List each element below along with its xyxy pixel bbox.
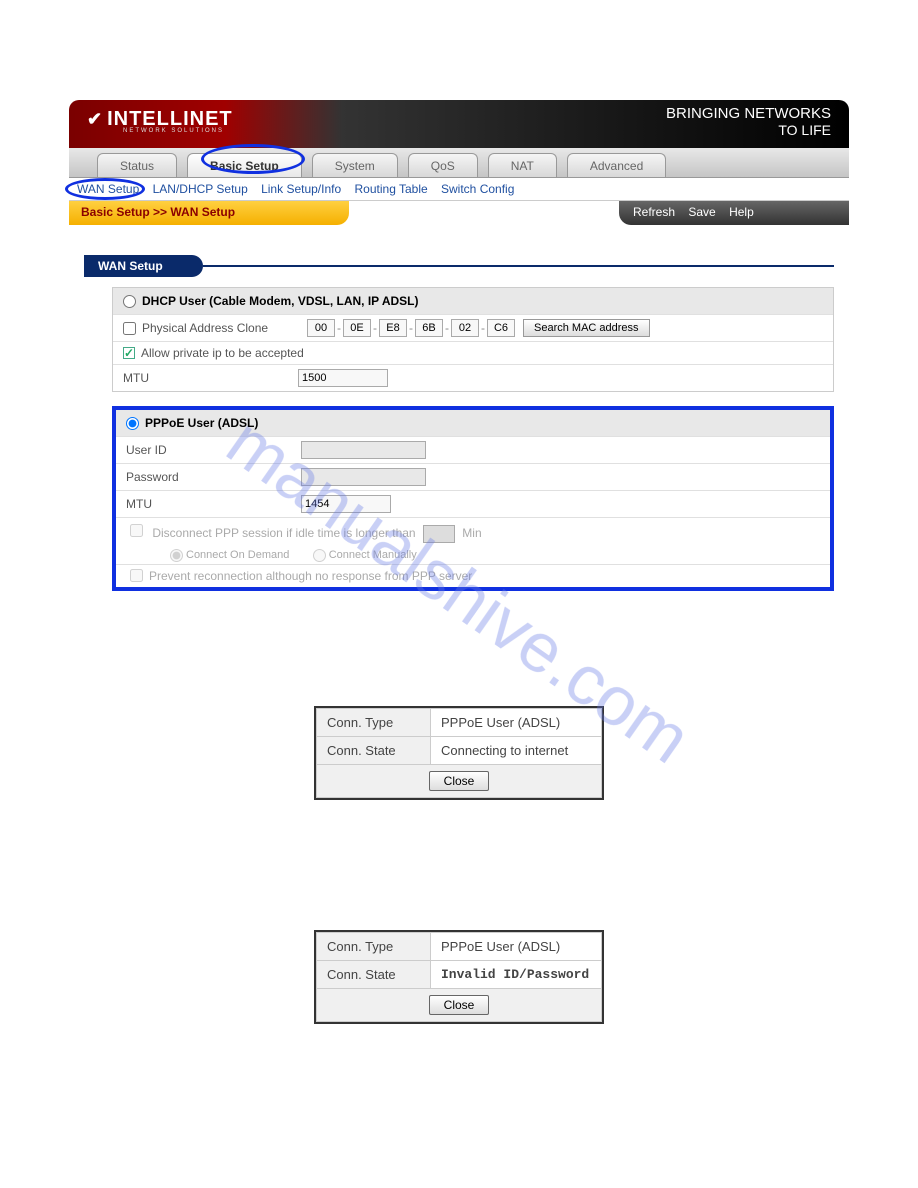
subnav-switch-config[interactable]: Switch Config — [441, 182, 514, 196]
dialog-invalid: Conn. Type PPPoE User (ADSL) Conn. State… — [314, 930, 604, 1024]
userid-input[interactable] — [301, 441, 426, 459]
brand-subtitle: NETWORK SOLUTIONS — [123, 128, 224, 134]
mac-seg-2[interactable] — [379, 319, 407, 337]
mac-seg-3[interactable] — [415, 319, 443, 337]
phys-clone-checkbox[interactable] — [123, 322, 136, 335]
refresh-link[interactable]: Refresh — [633, 205, 675, 219]
userid-row: User ID — [116, 436, 830, 463]
d2-close-button[interactable]: Close — [429, 995, 490, 1015]
subnav-lan-dhcp[interactable]: LAN/DHCP Setup — [153, 182, 248, 196]
tab-qos[interactable]: QoS — [408, 153, 478, 177]
d1-conn-type-value: PPPoE User (ADSL) — [431, 708, 602, 736]
subnav-wan-setup[interactable]: WAN Setup — [77, 182, 139, 196]
dhcp-mtu-row: MTU — [113, 364, 833, 391]
phys-clone-label: Physical Address Clone — [142, 321, 307, 335]
section-title: WAN Setup — [84, 255, 203, 277]
pppoe-header: PPPoE User (ADSL) — [116, 410, 830, 436]
header: ✔INTELLINET NETWORK SOLUTIONS BRINGING N… — [69, 100, 849, 148]
subnav-routing-table[interactable]: Routing Table — [355, 182, 428, 196]
slogan: BRINGING NETWORKSTO LIFE — [666, 105, 831, 138]
password-row: Password — [116, 463, 830, 490]
idle-minutes-input[interactable] — [423, 525, 455, 543]
pppoe-section: PPPoE User (ADSL) User ID Password MTU D… — [112, 406, 834, 591]
connect-on-demand-label: Connect On Demand — [186, 549, 289, 561]
password-label: Password — [126, 470, 301, 484]
pppoe-mtu-row: MTU — [116, 490, 830, 517]
disconnect-idle-checkbox[interactable] — [130, 524, 143, 537]
search-mac-button[interactable]: Search MAC address — [523, 319, 650, 337]
page-actions: Refresh Save Help — [619, 201, 849, 225]
dhcp-mtu-label: MTU — [123, 371, 298, 385]
dhcp-title: DHCP User (Cable Modem, VDSL, LAN, IP AD… — [142, 294, 419, 308]
d1-close-button[interactable]: Close — [429, 771, 490, 791]
mac-seg-1[interactable] — [343, 319, 371, 337]
pppoe-radio[interactable] — [126, 417, 139, 430]
dhcp-mtu-input[interactable] — [298, 369, 388, 387]
prevent-reconnect-checkbox[interactable] — [130, 569, 143, 582]
pppoe-mtu-input[interactable] — [301, 495, 391, 513]
tab-status[interactable]: Status — [97, 153, 177, 177]
allow-private-row: Allow private ip to be accepted — [113, 341, 833, 364]
idle-row: Disconnect PPP session if idle time is l… — [116, 517, 830, 564]
sub-nav: WAN Setup LAN/DHCP Setup Link Setup/Info… — [69, 178, 849, 201]
d2-conn-state-value: Invalid ID/Password — [431, 960, 602, 988]
disconnect-idle-label: Disconnect PPP session if idle time is l… — [152, 526, 415, 540]
mac-seg-4[interactable] — [451, 319, 479, 337]
d2-conn-state-label: Conn. State — [317, 960, 431, 988]
breadcrumb: Basic Setup >> WAN Setup — [69, 201, 349, 225]
connect-manually-label: Connect Manually — [329, 549, 417, 561]
d1-conn-state-label: Conn. State — [317, 736, 431, 764]
pppoe-title: PPPoE User (ADSL) — [145, 416, 258, 430]
phys-clone-row: Physical Address Clone - - - - - Search … — [113, 314, 833, 341]
prevent-row: Prevent reconnection although no respons… — [116, 564, 830, 587]
d2-conn-type-label: Conn. Type — [317, 932, 431, 960]
dhcp-header: DHCP User (Cable Modem, VDSL, LAN, IP AD… — [113, 288, 833, 314]
connect-manually-radio[interactable] — [313, 549, 326, 562]
connect-on-demand-radio[interactable] — [170, 549, 183, 562]
mac-seg-0[interactable] — [307, 319, 335, 337]
mac-seg-5[interactable] — [487, 319, 515, 337]
min-label: Min — [462, 526, 481, 540]
dialog-connecting: Conn. Type PPPoE User (ADSL) Conn. State… — [314, 706, 604, 800]
section-heading-row: WAN Setup — [84, 255, 834, 277]
subnav-link-setup[interactable]: Link Setup/Info — [261, 182, 341, 196]
check-icon: ✔ — [87, 109, 103, 129]
dhcp-radio[interactable] — [123, 295, 136, 308]
prevent-reconnect-label: Prevent reconnection although no respons… — [149, 569, 472, 583]
main-tabs: Status Basic Setup System QoS NAT Advanc… — [69, 148, 849, 178]
help-link[interactable]: Help — [729, 205, 754, 219]
userid-label: User ID — [126, 443, 301, 457]
password-input[interactable] — [301, 468, 426, 486]
save-link[interactable]: Save — [688, 205, 715, 219]
tab-system[interactable]: System — [312, 153, 398, 177]
allow-private-label: Allow private ip to be accepted — [141, 346, 304, 360]
pppoe-mtu-label: MTU — [126, 497, 301, 511]
section-divider — [203, 265, 834, 267]
dhcp-section: DHCP User (Cable Modem, VDSL, LAN, IP AD… — [112, 287, 834, 392]
tab-basic-setup[interactable]: Basic Setup — [187, 153, 302, 177]
breadcrumb-row: Basic Setup >> WAN Setup Refresh Save He… — [69, 201, 849, 225]
allow-private-checkbox[interactable] — [123, 347, 135, 359]
d1-conn-type-label: Conn. Type — [317, 708, 431, 736]
d2-conn-type-value: PPPoE User (ADSL) — [431, 932, 602, 960]
router-admin-page: ✔INTELLINET NETWORK SOLUTIONS BRINGING N… — [69, 100, 849, 606]
content: WAN Setup DHCP User (Cable Modem, VDSL, … — [69, 225, 849, 606]
tab-nat[interactable]: NAT — [488, 153, 557, 177]
tab-advanced[interactable]: Advanced — [567, 153, 666, 177]
d1-conn-state-value: Connecting to internet — [431, 736, 602, 764]
